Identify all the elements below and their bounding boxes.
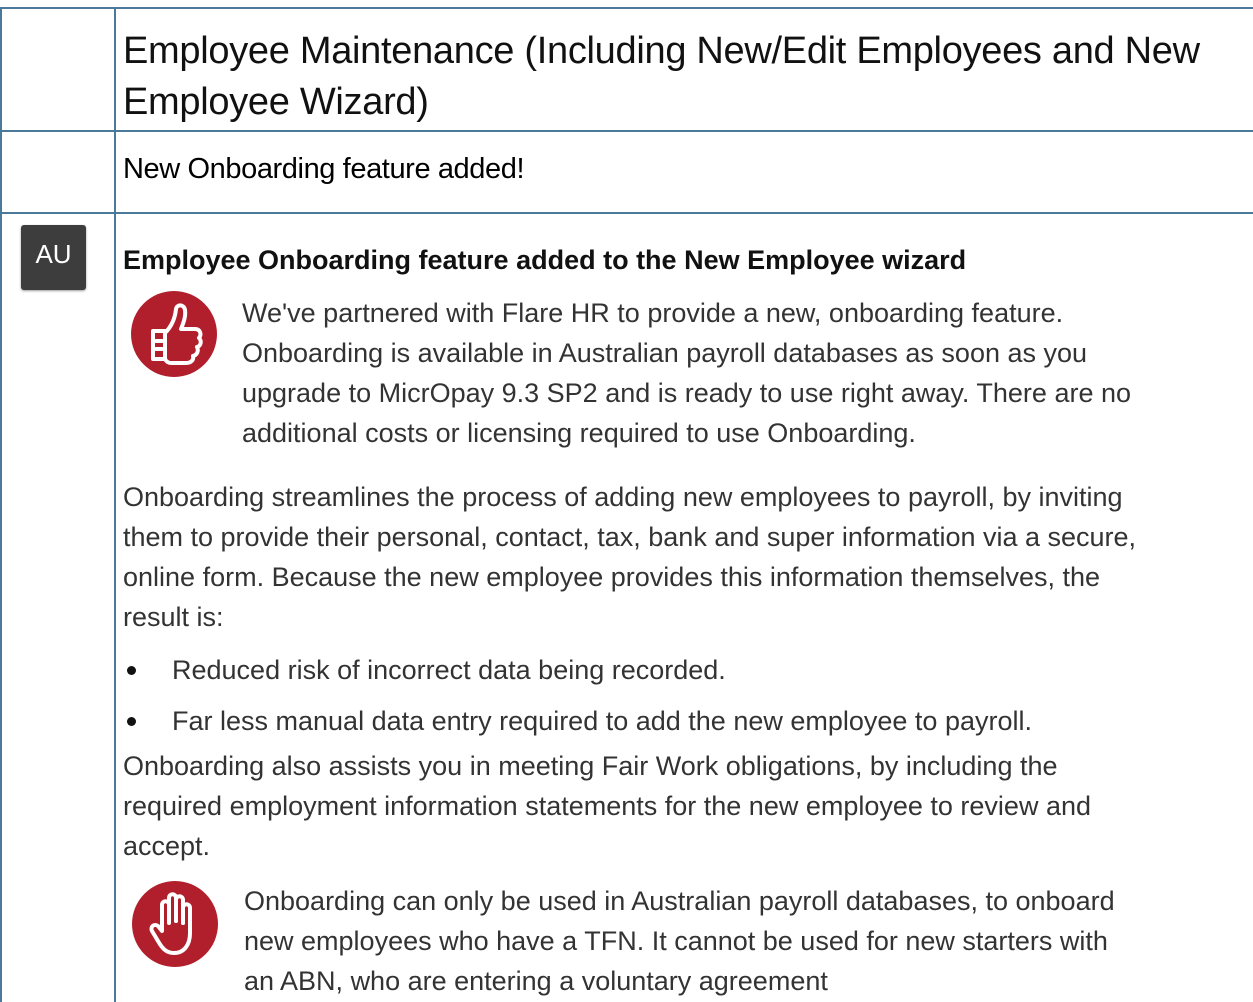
section-subtitle: New Onboarding feature added! (123, 153, 525, 185)
tip-line: We've partnered with Flare HR to provide… (242, 298, 1064, 328)
bullet-text: Reduced risk of incorrect data being rec… (172, 655, 726, 685)
region-badge-au: AU (21, 225, 86, 290)
intro-line: result is: (123, 602, 224, 632)
fairwork-paragraph: Onboarding also assists you in meeting F… (123, 746, 1091, 866)
page-title: Employee Maintenance (Including New/Edit… (123, 26, 1200, 128)
page-title-line-1: Employee Maintenance (Including New/Edit… (123, 30, 1200, 72)
table-border-top (0, 7, 1253, 9)
tip-line: Onboarding is available in Australian pa… (242, 338, 1088, 368)
table-row-divider (0, 212, 1253, 214)
intro-line: them to provide their personal, contact,… (123, 522, 1137, 552)
tip-line: upgrade to MicrOpay 9.3 SP2 and is ready… (242, 378, 1131, 408)
intro-line: online form. Because the new employee pr… (123, 562, 1101, 592)
fairwork-line: accept. (123, 831, 211, 861)
bullet-icon (127, 717, 136, 726)
stop-hand-icon (132, 881, 218, 967)
table-column-divider (114, 8, 116, 1002)
fairwork-line: required employment information statemen… (123, 791, 1091, 821)
intro-paragraph: Onboarding streamlines the process of ad… (123, 477, 1136, 637)
release-notes-table: Employee Maintenance (Including New/Edit… (0, 0, 1253, 1002)
bullet-icon (127, 666, 136, 675)
table-row-divider (0, 130, 1253, 132)
warning-line: Onboarding can only be used in Australia… (244, 886, 1115, 916)
feature-heading: Employee Onboarding feature added to the… (123, 245, 967, 275)
warning-line: new employees who have a TFN. It cannot … (244, 926, 1108, 956)
page-title-line-2: Employee Wizard) (123, 81, 429, 123)
tip-line: additional costs or licensing required t… (242, 418, 916, 448)
warning-paragraph: Onboarding can only be used in Australia… (244, 881, 1115, 1001)
thumbs-up-icon (131, 291, 217, 377)
tip-paragraph: We've partnered with Flare HR to provide… (242, 293, 1131, 453)
intro-line: Onboarding streamlines the process of ad… (123, 482, 1123, 512)
bullet-text: Far less manual data entry required to a… (172, 706, 1032, 736)
fairwork-line: Onboarding also assists you in meeting F… (123, 751, 1058, 781)
warning-line: an ABN, who are entering a voluntary agr… (244, 966, 828, 996)
table-border-left (0, 8, 2, 1002)
